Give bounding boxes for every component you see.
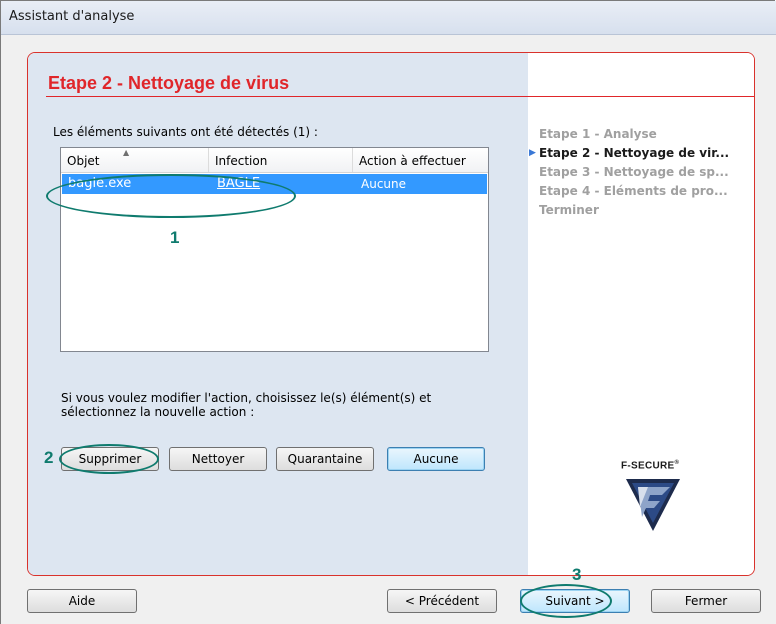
callout-number-3: 3 <box>572 565 582 584</box>
f-secure-logo-icon <box>626 479 680 531</box>
steps-list: Etape 1 - Analyse ▶ Etape 2 - Nettoyage … <box>529 125 729 220</box>
cell-action: Aucune <box>361 177 407 191</box>
step-item: Etape 4 - Eléments de pro... <box>539 184 728 198</box>
title-divider <box>46 96 754 97</box>
column-action-label: Action à effectuer <box>359 154 466 168</box>
callout-number-1: 1 <box>170 228 180 247</box>
help-button[interactable]: Aide <box>27 589 137 613</box>
current-step-arrow-icon: ▶ <box>529 148 536 158</box>
page-title: Etape 2 - Nettoyage de virus <box>48 73 290 93</box>
callout-ellipse-3 <box>520 584 612 618</box>
previous-button[interactable]: < Précédent <box>387 589 497 613</box>
column-header-object[interactable]: ▲ Objet <box>61 148 209 172</box>
window-title: Assistant d'analyse <box>9 9 135 24</box>
steps-pane: Etape 1 - Analyse ▶ Etape 2 - Nettoyage … <box>528 53 754 575</box>
callout-ellipse-1 <box>46 174 296 218</box>
callout-number-2: 2 <box>44 448 54 467</box>
column-infection-label: Infection <box>215 154 268 168</box>
close-button[interactable]: Fermer <box>651 589 761 613</box>
step-item: Etape 3 - Nettoyage de sp... <box>539 165 729 179</box>
step-item: Terminer <box>539 203 599 217</box>
column-header-infection[interactable]: Infection <box>209 148 353 172</box>
clean-button[interactable]: Nettoyer <box>169 447 267 471</box>
step-item-current: ▶ Etape 2 - Nettoyage de vir... <box>529 144 729 163</box>
column-header-action[interactable]: Action à effectuer <box>353 148 488 172</box>
wizard-panel: Etape 2 - Nettoyage de virus Les élément… <box>27 52 755 576</box>
step-item: Etape 1 - Analyse <box>539 127 657 141</box>
f-secure-logo-text: F-SECURE® <box>621 460 680 472</box>
none-button[interactable]: Aucune <box>387 447 485 471</box>
sort-ascending-icon: ▲ <box>123 148 130 157</box>
quarantine-button[interactable]: Quarantaine <box>276 447 374 471</box>
instructions-text: Si vous voulez modifier l'action, choisi… <box>61 391 432 419</box>
title-bar: Assistant d'analyse <box>1 1 776 35</box>
column-object-label: Objet <box>67 154 100 168</box>
detected-label: Les éléments suivants ont été détectés (… <box>53 125 318 139</box>
list-header: ▲ Objet Infection Action à effectuer <box>61 148 488 173</box>
callout-ellipse-2 <box>59 444 159 474</box>
content-pane: Etape 2 - Nettoyage de virus Les élément… <box>28 53 528 575</box>
